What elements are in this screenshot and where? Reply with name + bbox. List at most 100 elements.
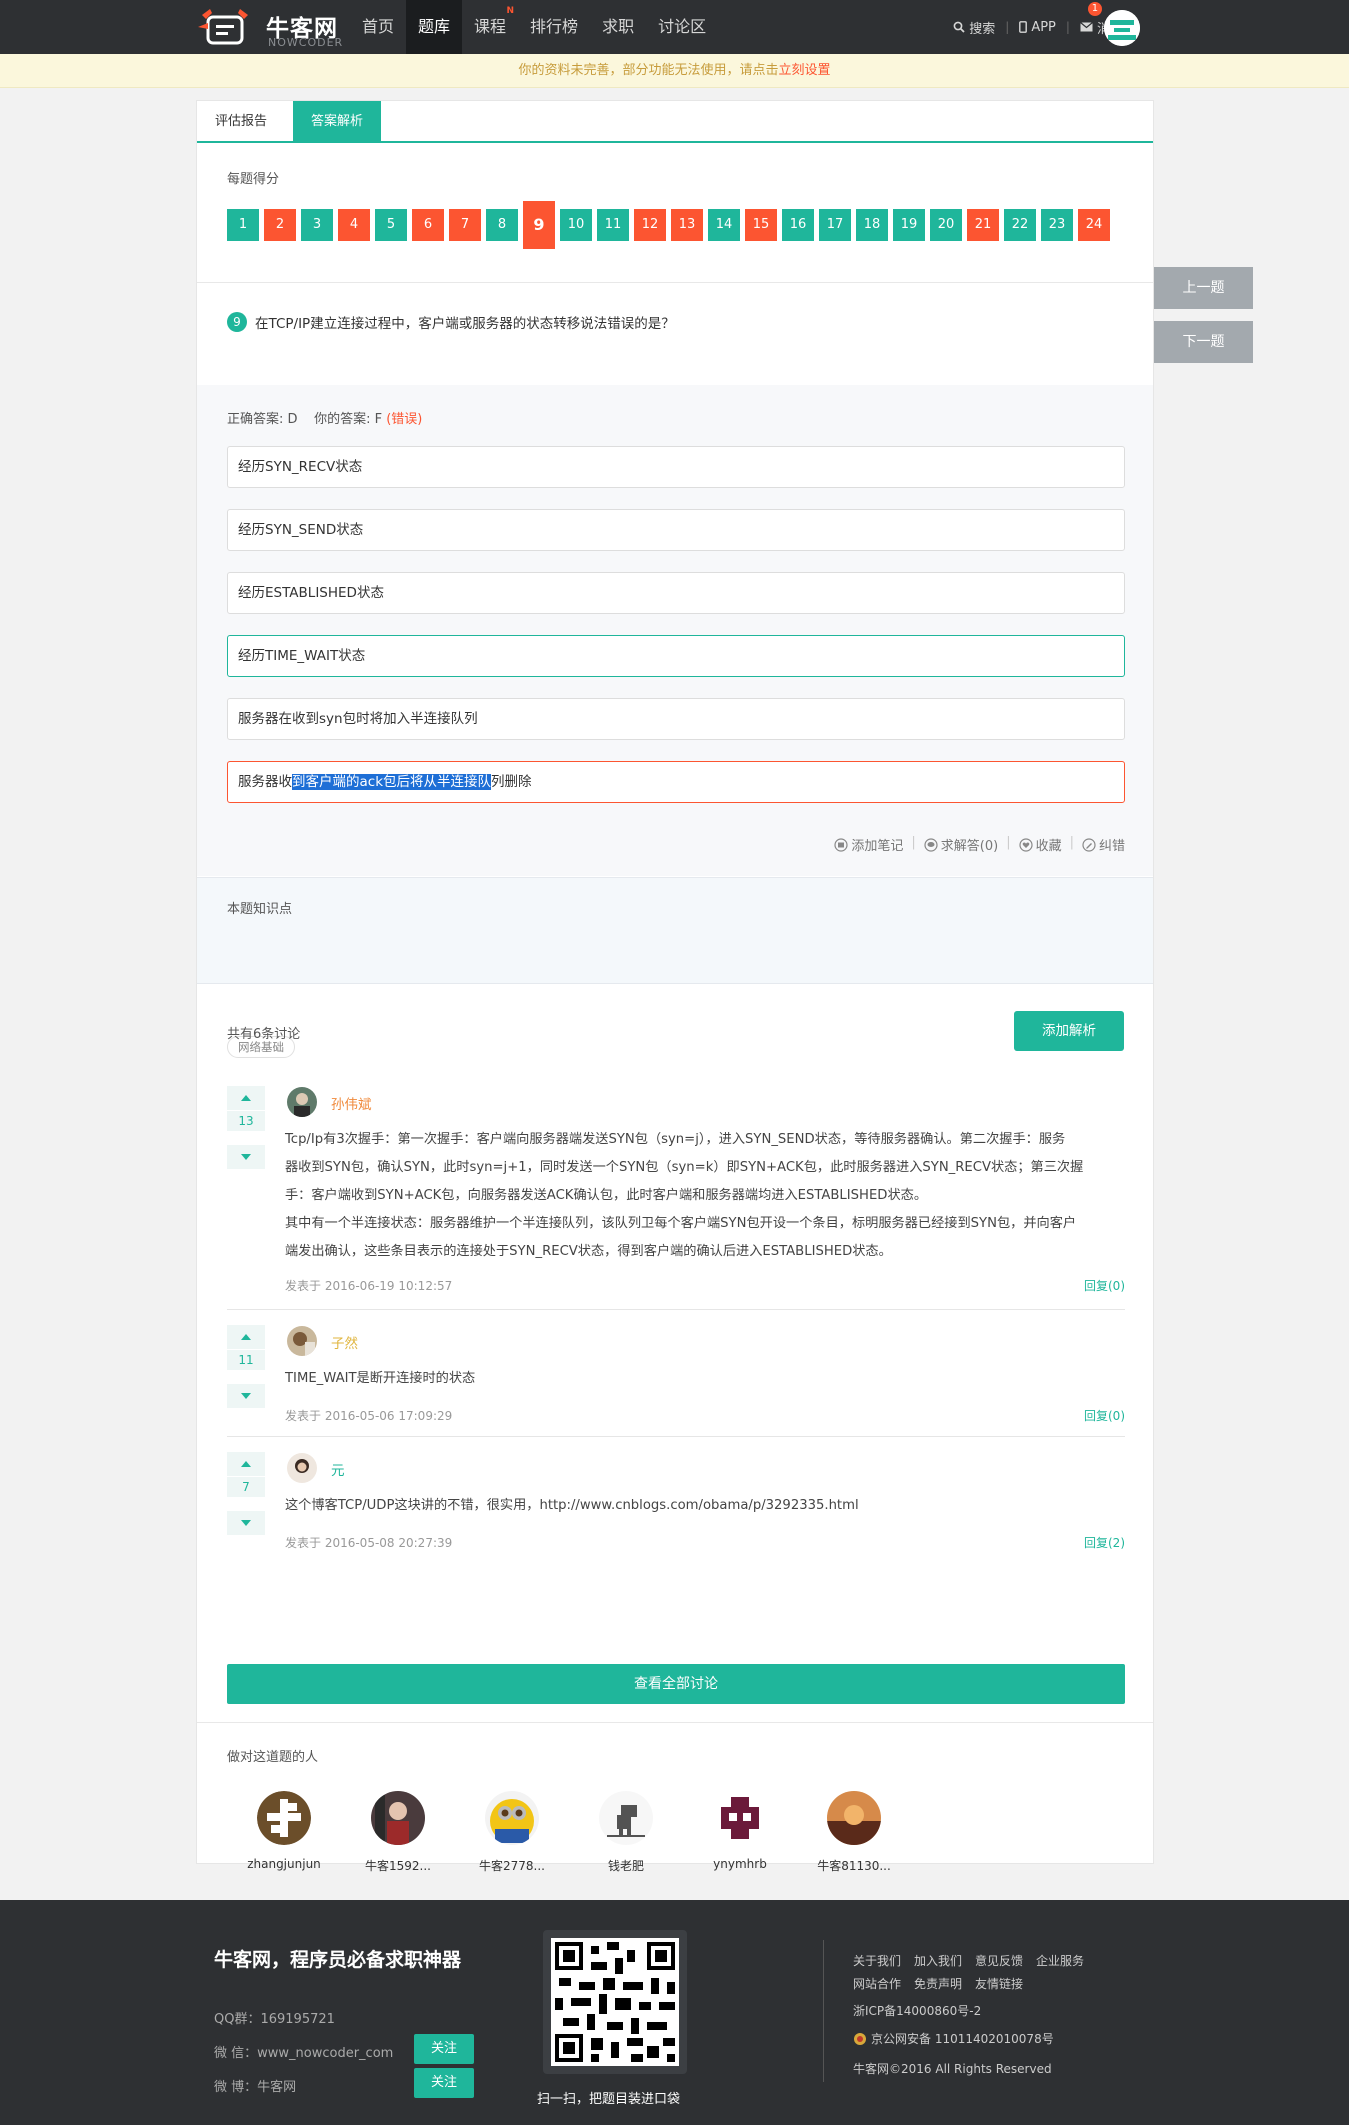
search-link[interactable]: 搜索 <box>943 18 1005 37</box>
commenter-name[interactable]: 子然 <box>331 1332 358 1352</box>
option-a[interactable]: 经历SYN_RECV状态 <box>227 446 1125 488</box>
favorite-button[interactable]: 收藏 <box>1018 835 1062 854</box>
reply-link[interactable]: 回复(0) <box>1084 1277 1125 1294</box>
police-record[interactable]: 京公网安备 11011402010078号 <box>853 2030 1054 2047</box>
add-note-button[interactable]: 添加笔记 <box>834 835 903 854</box>
option-b[interactable]: 经历SYN_SEND状态 <box>227 509 1125 551</box>
question-number[interactable]: 13 <box>671 209 703 241</box>
setup-link[interactable]: 立刻设置 <box>779 63 831 78</box>
site-logo[interactable]: 牛客网 NOWCODER <box>196 5 344 49</box>
question-number[interactable]: 5 <box>375 209 407 241</box>
vote-count: 11 <box>227 1350 265 1370</box>
nav-question-bank[interactable]: 题库 <box>406 0 463 54</box>
question-number[interactable]: 16 <box>782 209 814 241</box>
tab-answer-analysis[interactable]: 答案解析 <box>293 101 382 143</box>
vote-box: 13 <box>227 1086 265 1169</box>
question-number-current[interactable]: 9 <box>523 201 555 249</box>
downvote-button[interactable] <box>227 1511 265 1535</box>
question-number[interactable]: 11 <box>597 209 629 241</box>
question-number[interactable]: 12 <box>634 209 666 241</box>
downvote-button[interactable] <box>227 1145 265 1169</box>
arrow-up-icon <box>241 1334 251 1340</box>
nav-forum[interactable]: 讨论区 <box>646 0 718 54</box>
commenter-avatar[interactable] <box>287 1326 317 1356</box>
reply-link[interactable]: 回复(2) <box>1084 1534 1125 1551</box>
question-number[interactable]: 18 <box>856 209 888 241</box>
icp-license[interactable]: 浙ICP备14000860号-2 <box>853 2002 981 2019</box>
question-number[interactable]: 20 <box>930 209 962 241</box>
add-analysis-button[interactable]: 添加解析 <box>1014 1011 1124 1051</box>
commenter-name[interactable]: 元 <box>331 1459 345 1479</box>
question-number[interactable]: 1 <box>227 209 259 241</box>
question-number[interactable]: 22 <box>1004 209 1036 241</box>
question-number[interactable]: 6 <box>412 209 444 241</box>
correct-answer: 正确答案: D <box>227 412 298 427</box>
footer-link-partner[interactable]: 网站合作 <box>853 1975 901 1992</box>
question-number[interactable]: 3 <box>301 209 333 241</box>
reply-link[interactable]: 回复(0) <box>1084 1407 1125 1424</box>
follow-weibo-button[interactable]: 关注 <box>414 2068 474 2098</box>
commenter-name[interactable]: 孙伟斌 <box>331 1093 372 1113</box>
question-number[interactable]: 7 <box>449 209 481 241</box>
footer-link-feedback[interactable]: 意见反馈 <box>975 1952 1023 1969</box>
solvers-label: 做对这道题的人 <box>227 1750 319 1765</box>
previous-question-button[interactable]: 上一题 <box>1154 267 1253 309</box>
next-question-button[interactable]: 下一题 <box>1154 321 1253 363</box>
question-number[interactable]: 23 <box>1041 209 1073 241</box>
footer-link-join[interactable]: 加入我们 <box>914 1952 962 1969</box>
avatar-image <box>1104 10 1140 46</box>
upvote-button[interactable] <box>227 1452 265 1476</box>
solver-item[interactable]: 牛客2778... <box>455 1791 569 1874</box>
question-number[interactable]: 4 <box>338 209 370 241</box>
tab-evaluation-report[interactable]: 评估报告 <box>197 101 285 143</box>
footer-link-about[interactable]: 关于我们 <box>853 1952 901 1969</box>
copyright: 牛客网©2016 All Rights Reserved <box>853 2062 1052 2076</box>
solver-name: 钱老肥 <box>607 1859 644 1873</box>
follow-wechat-button[interactable]: 关注 <box>414 2034 474 2064</box>
solver-item[interactable]: 钱老肥 <box>569 1791 683 1874</box>
comment-body: Tcp/Ip有3次握手：第一次握手：客户端向服务器端发送SYN包（syn=j），… <box>285 1132 1084 1259</box>
downvote-button[interactable] <box>227 1384 265 1408</box>
question-number[interactable]: 24 <box>1078 209 1110 241</box>
question-number[interactable]: 2 <box>264 209 296 241</box>
solver-name: 牛客2778... <box>479 1859 545 1873</box>
footer-link-friends[interactable]: 友情链接 <box>975 1975 1023 1992</box>
question-number[interactable]: 14 <box>708 209 740 241</box>
option-c[interactable]: 经历ESTABLISHED状态 <box>227 572 1125 614</box>
nav-courses[interactable]: 课程 N <box>462 0 518 54</box>
question-number[interactable]: 19 <box>893 209 925 241</box>
question-number[interactable]: 17 <box>819 209 851 241</box>
user-avatar[interactable] <box>1104 10 1140 46</box>
question-number[interactable]: 15 <box>745 209 777 241</box>
avatar-image <box>287 1326 317 1356</box>
commenter-avatar[interactable] <box>287 1087 317 1117</box>
question-number[interactable]: 10 <box>560 209 592 241</box>
option-e[interactable]: 服务器在收到syn包时将加入半连接队列 <box>227 698 1125 740</box>
footer-link-enterprise[interactable]: 企业服务 <box>1036 1952 1084 1969</box>
footer-link-disclaimer[interactable]: 免责声明 <box>914 1975 962 1992</box>
comment-time: 发表于 2016-06-19 10:12:57 <box>285 1279 453 1293</box>
nav-jobs[interactable]: 求职 <box>590 0 646 54</box>
report-error-button[interactable]: 纠错 <box>1082 835 1125 854</box>
solver-item[interactable]: 牛客1592... <box>341 1791 455 1874</box>
your-answer: 你的答案: F <box>314 412 383 427</box>
solver-item[interactable]: 牛客81130... <box>797 1791 911 1874</box>
upvote-button[interactable] <box>227 1086 265 1110</box>
option-f-selected-wrong[interactable]: 服务器收到客户端的ack包后将从半连接队列删除 <box>227 761 1125 803</box>
option-d-correct[interactable]: 经历TIME_WAIT状态 <box>227 635 1125 677</box>
solver-avatar <box>371 1791 425 1845</box>
ask-answer-button[interactable]: 求解答(0) <box>924 835 998 854</box>
app-link[interactable]: APP <box>1009 20 1066 35</box>
nav-home[interactable]: 首页 <box>350 0 406 54</box>
footer-weibo: 微 博：牛客网 <box>214 2080 297 2095</box>
view-all-discussions-button[interactable]: 查看全部讨论 <box>227 1664 1125 1704</box>
question-number[interactable]: 21 <box>967 209 999 241</box>
question-number[interactable]: 8 <box>486 209 518 241</box>
answer-summary: 正确答案: D 你的答案: F (错误) <box>227 408 422 427</box>
footer-links-row-2: 网站合作 免责声明 友情链接 <box>853 1975 1023 1992</box>
commenter-avatar[interactable] <box>287 1453 317 1483</box>
solver-item[interactable]: zhangjunjun <box>227 1791 341 1874</box>
solver-item[interactable]: ynymhrb <box>683 1791 797 1874</box>
upvote-button[interactable] <box>227 1325 265 1349</box>
nav-leaderboard[interactable]: 排行榜 <box>518 0 590 54</box>
